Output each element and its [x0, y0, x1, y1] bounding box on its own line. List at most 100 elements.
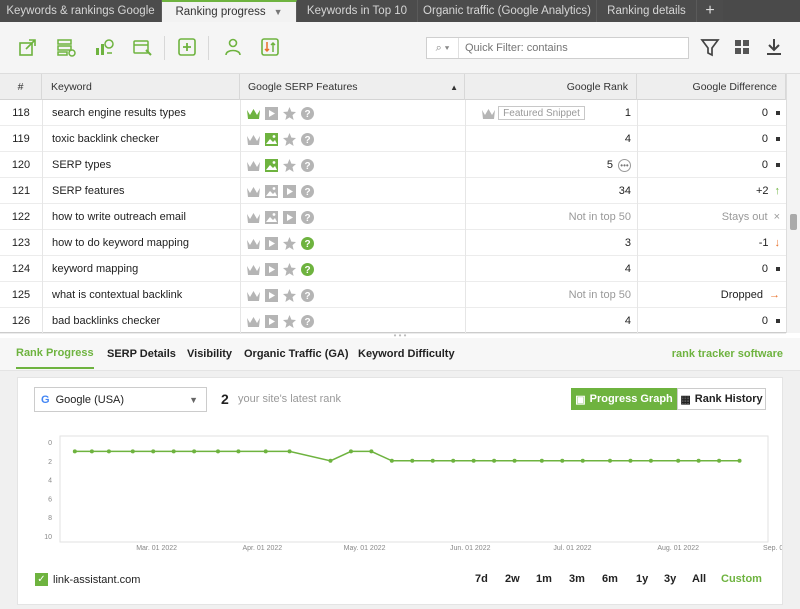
column-header-number[interactable]: #	[0, 74, 42, 100]
quick-filter-input[interactable]	[459, 42, 679, 54]
range-6m[interactable]: 6m	[602, 573, 618, 585]
crown-icon	[246, 158, 261, 173]
tab-rank-progress[interactable]: Rank Progress	[16, 338, 94, 369]
button-label: Progress Graph	[589, 393, 673, 405]
rank-tracker-link[interactable]: rank tracker software	[672, 338, 783, 369]
column-header-google-rank[interactable]: Google Rank	[465, 74, 637, 100]
tab-keywords-rankings[interactable]: Keywords & rankings Google	[0, 0, 162, 22]
tab-ranking-progress[interactable]: Ranking progress ▼	[162, 0, 297, 22]
latest-rank-value: 2	[221, 391, 229, 407]
video-icon	[264, 262, 279, 277]
rank-history-button[interactable]: ▦ Rank History	[677, 388, 766, 410]
tab-organic-traffic-ga[interactable]: Organic Traffic (GA)	[244, 338, 349, 369]
tab-serp-details[interactable]: SERP Details	[107, 338, 176, 369]
star-icon	[282, 236, 297, 251]
rank-check-icon[interactable]	[93, 36, 115, 58]
tab-label: Visibility	[187, 347, 233, 360]
tab-ranking-details[interactable]: Ranking details	[597, 0, 697, 22]
more-options-icon[interactable]: •••	[618, 158, 631, 172]
data-point	[648, 458, 653, 463]
site-toggle[interactable]: ✓ link-assistant.com	[35, 573, 140, 586]
tab-keywords-top10[interactable]: Keywords in Top 10	[297, 0, 418, 22]
range-7d[interactable]: 7d	[475, 573, 488, 585]
add-tab-button[interactable]: +	[697, 0, 723, 22]
no-change-icon	[776, 137, 780, 141]
table-row[interactable]: 124 keyword mapping? 4 0	[0, 256, 786, 282]
range-2w[interactable]: 2w	[505, 573, 520, 585]
add-keyword-icon[interactable]	[176, 36, 198, 58]
grid-scrollbar[interactable]	[786, 74, 800, 333]
range-1m[interactable]: 1m	[536, 573, 552, 585]
video-icon	[282, 184, 297, 199]
table-row[interactable]: 118 search engine results types? Featured …	[0, 100, 786, 126]
x-tick-label: Jul. 01 2022	[553, 545, 591, 552]
table-row[interactable]: 121 SERP features? 34 +2 ↑	[0, 178, 786, 204]
difference-value: +2	[755, 185, 769, 197]
details-tab-bar: Rank Progress SERP Details Visibility Or…	[0, 338, 800, 371]
data-point	[676, 458, 681, 463]
update-rankings-icon[interactable]	[55, 36, 77, 58]
svg-text:?: ?	[304, 317, 310, 328]
table-row[interactable]: 122 how to write outreach email? Not in to…	[0, 204, 786, 230]
table-row[interactable]: 120 SERP types? 5 ••• 0	[0, 152, 786, 178]
range-3y[interactable]: 3y	[664, 573, 676, 585]
y-tick-label: 2	[48, 459, 52, 466]
tab-keyword-difficulty[interactable]: Keyword Difficulty	[358, 338, 455, 369]
progress-graph-button[interactable]: ▣ Progress Graph	[571, 388, 677, 410]
column-header-keyword[interactable]: Keyword	[42, 74, 240, 100]
google-rank-cell: 3	[465, 230, 637, 256]
range-all[interactable]: All	[692, 573, 706, 585]
data-point	[89, 449, 94, 454]
svg-text:?: ?	[304, 135, 310, 146]
filter-icon[interactable]	[699, 36, 721, 58]
keyword-cell: keyword mapping	[42, 256, 240, 282]
x-tick-label: Apr. 01 2022	[242, 545, 282, 552]
competitors-icon[interactable]	[222, 36, 244, 58]
data-point	[192, 449, 197, 454]
sort-icon[interactable]	[259, 36, 281, 58]
download-icon[interactable]	[763, 36, 785, 58]
crown-icon	[246, 106, 261, 121]
row-number: 126	[11, 315, 31, 327]
search-engines-icon[interactable]	[131, 36, 153, 58]
search-icon[interactable]: ⌕ ▾	[427, 38, 459, 58]
tab-label: Keywords in Top 10	[306, 5, 408, 17]
difference-value: 0	[761, 159, 768, 171]
toolbar: ⌕ ▾	[0, 22, 800, 74]
data-point	[171, 449, 176, 454]
tab-organic-traffic[interactable]: Organic traffic (Google Analytics)	[418, 0, 597, 22]
star-icon	[282, 132, 297, 147]
google-difference-cell: -1 ↓	[637, 230, 786, 256]
serp-features-cell: ?	[240, 178, 465, 204]
range-custom[interactable]: Custom	[721, 573, 762, 585]
difference-value: 0	[761, 315, 768, 327]
video-icon	[264, 314, 279, 329]
rank-value: Not in top 50	[568, 211, 631, 223]
table-row[interactable]: 125 what is contextual backlink? Not in to…	[0, 282, 786, 308]
image-icon	[264, 210, 279, 225]
y-tick-label: 4	[48, 478, 52, 485]
site-label: link-assistant.com	[53, 573, 141, 586]
crown-icon	[246, 262, 261, 277]
table-row[interactable]: 123 how to do keyword mapping? 3 -1 ↓	[0, 230, 786, 256]
checkbox-checked-icon[interactable]: ✓	[35, 573, 48, 586]
table-row[interactable]: 126 bad backlinks checker? 4 0	[0, 308, 786, 334]
chevron-down-icon[interactable]: ▼	[274, 7, 283, 17]
columns-grid-icon[interactable]	[731, 36, 753, 58]
tab-visibility[interactable]: Visibility	[187, 338, 232, 369]
column-header-serp-features[interactable]: Google SERP Features ▲	[240, 74, 465, 100]
google-logo-icon: G	[41, 393, 50, 406]
google-difference-cell: 0	[637, 152, 786, 178]
range-1y[interactable]: 1y	[636, 573, 648, 585]
quick-filter[interactable]: ⌕ ▾	[426, 37, 689, 59]
range-3m[interactable]: 3m	[569, 573, 585, 585]
google-rank-cell: 34	[465, 178, 637, 204]
data-point	[236, 449, 241, 454]
column-header-google-difference[interactable]: Google Difference	[637, 74, 786, 100]
search-engine-select[interactable]: G Google (USA) ▼	[34, 387, 207, 412]
difference-value: 0	[761, 133, 768, 145]
table-row[interactable]: 119 toxic backlink checker? 4 0	[0, 126, 786, 152]
google-rank-cell: Featured Snippet 1	[465, 100, 637, 126]
export-icon[interactable]	[17, 36, 39, 58]
scrollbar-thumb[interactable]	[790, 214, 797, 230]
